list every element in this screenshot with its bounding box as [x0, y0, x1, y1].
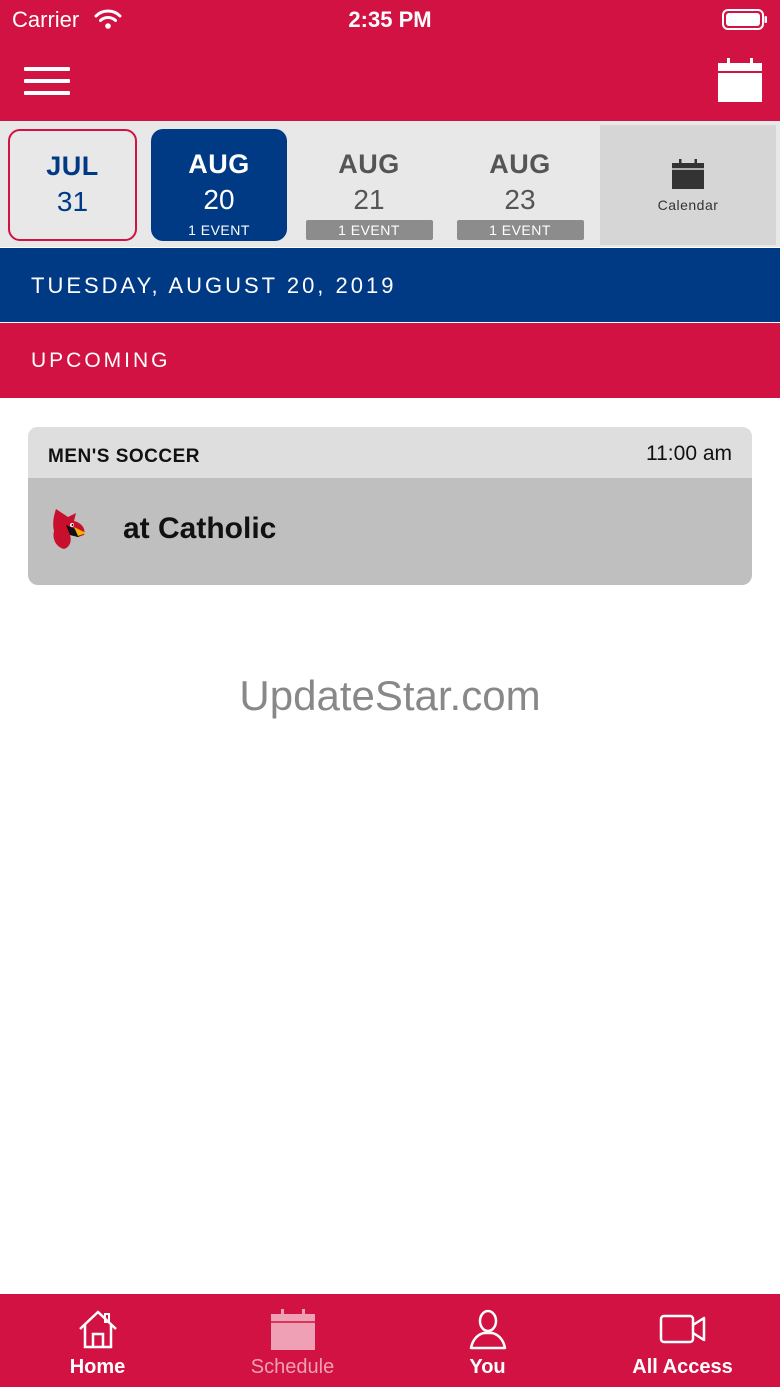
upcoming-section-header: UPCOMING [0, 323, 780, 398]
date-day: 31 [56, 186, 89, 217]
status-bar: Carrier 2:35 PM [0, 0, 780, 40]
video-camera-icon [659, 1314, 705, 1344]
date-cell-aug-23[interactable]: AUG 23 1 EVENT [455, 129, 585, 241]
home-icon [78, 1310, 117, 1349]
tab-label: Schedule [250, 1356, 335, 1378]
date-month: AUG [338, 149, 400, 179]
tab-you[interactable]: You [390, 1294, 585, 1387]
date-day: 23 [504, 184, 536, 215]
clock-time: 2:35 PM [348, 7, 432, 32]
calendar-button[interactable]: Calendar [600, 125, 776, 245]
calendar-icon[interactable] [717, 57, 763, 103]
tab-schedule[interactable]: Schedule [195, 1294, 390, 1387]
section-title: UPCOMING [31, 349, 171, 372]
date-month: JUL [46, 151, 99, 181]
event-card[interactable]: MEN'S SOCCER 11:00 am at Catholic [28, 427, 752, 585]
tab-label: You [469, 1356, 506, 1378]
date-month: AUG [188, 149, 250, 179]
watermark: UpdateStar.com [239, 672, 541, 719]
calendar-icon [270, 1309, 315, 1350]
event-count-badge: 1 EVENT [305, 220, 433, 240]
user-icon [469, 1309, 506, 1350]
battery-icon [722, 9, 767, 30]
tab-home[interactable]: Home [0, 1294, 195, 1387]
cardinal-logo-icon [53, 509, 86, 549]
selected-date-text: TUESDAY, AUGUST 20, 2019 [31, 273, 397, 298]
event-title: at Catholic [123, 512, 277, 545]
date-cell-aug-21[interactable]: AUG 21 1 EVENT [304, 129, 434, 241]
event-sport: MEN'S SOCCER [48, 446, 200, 467]
calendar-label: Calendar [657, 197, 719, 213]
event-time: 11:00 am [646, 442, 732, 465]
date-cell-jul-31[interactable]: JUL 31 [8, 129, 137, 241]
date-day: 20 [203, 184, 235, 215]
event-count-badge: 1 EVENT [456, 220, 584, 240]
tab-all-access[interactable]: All Access [585, 1294, 780, 1387]
tab-bar: Home Schedule You All Access [0, 1294, 780, 1387]
date-month: AUG [489, 149, 551, 179]
hamburger-icon[interactable] [24, 64, 70, 98]
selected-date-header: TUESDAY, AUGUST 20, 2019 [0, 248, 780, 322]
event-card-header: MEN'S SOCCER 11:00 am [28, 427, 752, 478]
date-day: 21 [353, 184, 385, 215]
tab-label: All Access [632, 1356, 733, 1378]
tab-label: Home [69, 1356, 126, 1378]
event-count-badge: 1 EVENT [188, 222, 250, 238]
navigation-bar [0, 40, 780, 121]
date-selector: JUL 31 AUG 20 1 EVENT AUG 21 1 EVENT AUG… [0, 121, 780, 247]
calendar-icon [672, 159, 704, 189]
date-cell-aug-20[interactable]: AUG 20 1 EVENT [151, 129, 287, 241]
